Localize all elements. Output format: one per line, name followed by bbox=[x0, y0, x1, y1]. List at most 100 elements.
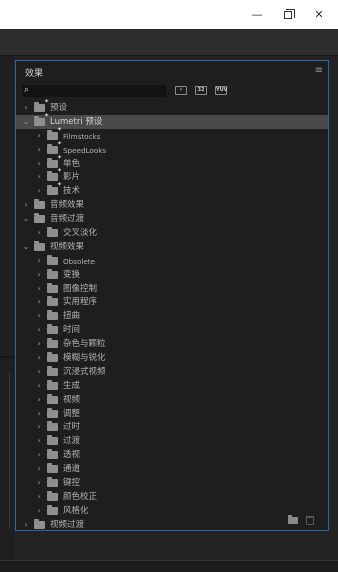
tree-item-label: 键控 bbox=[63, 478, 81, 489]
chevron-right-icon[interactable]: › bbox=[35, 450, 43, 460]
tree-item[interactable]: › 视频 bbox=[16, 393, 328, 407]
tree-item[interactable]: › 交叉淡化 bbox=[16, 226, 328, 240]
chevron-right-icon[interactable]: › bbox=[22, 103, 30, 113]
tree-item[interactable]: › 单色 bbox=[16, 154, 328, 171]
tree-item[interactable]: › 通道 bbox=[16, 462, 328, 476]
tree-item[interactable]: › 过渡 bbox=[16, 434, 328, 448]
chevron-down-icon[interactable]: ⌄ bbox=[22, 117, 30, 127]
folder-icon bbox=[47, 449, 58, 460]
preset-folder-icon bbox=[47, 181, 62, 196]
new-bin-icon[interactable] bbox=[288, 515, 298, 524]
tree-item[interactable]: › 生成 bbox=[16, 379, 328, 393]
chevron-right-icon[interactable]: › bbox=[35, 297, 43, 307]
tree-item[interactable]: › 沉浸式视频 bbox=[16, 365, 328, 379]
folder-icon bbox=[47, 490, 58, 501]
chevron-right-icon[interactable]: › bbox=[35, 270, 43, 280]
workspace-bar bbox=[0, 29, 338, 56]
chevron-down-icon[interactable]: ⌄ bbox=[22, 214, 30, 224]
panel-menu-icon[interactable]: ≡ bbox=[315, 65, 323, 76]
tree-item[interactable]: › 时间 bbox=[16, 323, 328, 337]
tree-item[interactable]: › 预设 bbox=[16, 98, 328, 115]
chevron-right-icon[interactable]: › bbox=[22, 200, 30, 210]
tree-item[interactable]: › 键控 bbox=[16, 476, 328, 490]
folder-icon bbox=[47, 379, 58, 390]
tree-item[interactable]: › 模糊与锐化 bbox=[16, 351, 328, 365]
tree-item[interactable]: › 颜色校正 bbox=[16, 490, 328, 504]
effects-panel: 效果 ≡ ⌕ ⚡ 32 YUV › 预设⌄Lumetri 预设›Filmstock… bbox=[15, 60, 329, 531]
preset-folder-icon bbox=[47, 140, 62, 154]
chevron-right-icon[interactable]: › bbox=[35, 256, 43, 266]
chevron-right-icon[interactable]: › bbox=[35, 311, 43, 321]
minimize-button[interactable]: — bbox=[241, 0, 273, 29]
folder-icon bbox=[47, 227, 58, 238]
trash-icon[interactable] bbox=[306, 516, 314, 525]
32bit-color-glyph: 32 bbox=[195, 85, 207, 95]
search-input[interactable] bbox=[35, 86, 163, 96]
tree-item[interactable]: ⌄Lumetri 预设 bbox=[16, 112, 328, 129]
tree-item[interactable]: › SpeedLooks bbox=[16, 140, 328, 157]
tree-item[interactable]: › 透视 bbox=[16, 448, 328, 462]
maximize-icon bbox=[284, 8, 295, 19]
tree-item[interactable]: › 过时 bbox=[16, 420, 328, 434]
tree-item[interactable]: › 变换 bbox=[16, 268, 328, 282]
tree-item-label: 视频效果 bbox=[50, 241, 85, 252]
search-field[interactable]: ⌕ bbox=[22, 85, 166, 97]
tree-item[interactable]: › 图像控制 bbox=[16, 282, 328, 296]
tree-item[interactable]: › 音频效果 bbox=[16, 198, 328, 212]
panel-divider[interactable] bbox=[0, 356, 14, 358]
tree-item-label: 预设 bbox=[50, 103, 68, 113]
tree-item-label: 沉浸式视频 bbox=[63, 366, 106, 377]
tree-item[interactable]: › Obsolete bbox=[16, 254, 328, 268]
chevron-right-icon[interactable]: › bbox=[35, 159, 43, 169]
folder-icon bbox=[47, 435, 58, 446]
close-button[interactable]: ✕ bbox=[303, 0, 335, 29]
chevron-right-icon[interactable]: › bbox=[35, 478, 43, 488]
tree-item-label: 过时 bbox=[63, 422, 81, 433]
left-subpanel-edge bbox=[0, 372, 10, 528]
maximize-button[interactable] bbox=[272, 0, 304, 29]
chevron-right-icon[interactable]: › bbox=[35, 172, 43, 182]
tree-item[interactable]: › 扭曲 bbox=[16, 309, 328, 323]
chevron-right-icon[interactable]: › bbox=[35, 436, 43, 446]
chevron-right-icon[interactable]: › bbox=[35, 422, 43, 432]
chevron-right-icon[interactable]: › bbox=[35, 339, 43, 349]
panel-footer bbox=[16, 512, 328, 530]
tree-item[interactable]: › 调整 bbox=[16, 407, 328, 421]
chevron-right-icon[interactable]: › bbox=[35, 284, 43, 294]
chevron-right-icon[interactable]: › bbox=[35, 492, 43, 502]
chevron-right-icon[interactable]: › bbox=[35, 131, 43, 141]
tree-item[interactable]: › 实用程序 bbox=[16, 295, 328, 309]
chevron-right-icon[interactable]: › bbox=[35, 395, 43, 405]
chevron-right-icon[interactable]: › bbox=[35, 325, 43, 335]
tree-item[interactable]: ⌄ 视频效果 bbox=[16, 240, 328, 254]
panel-title[interactable]: 效果 bbox=[25, 66, 43, 79]
tree-item-label: 透视 bbox=[63, 450, 81, 461]
chevron-right-icon[interactable]: › bbox=[35, 353, 43, 363]
32bit-color-icon[interactable]: 32 bbox=[195, 85, 207, 95]
tree-item-label: 颜色校正 bbox=[63, 491, 98, 502]
chevron-right-icon[interactable]: › bbox=[35, 409, 43, 419]
preset-folder-icon bbox=[47, 167, 62, 182]
chevron-right-icon[interactable]: › bbox=[35, 381, 43, 391]
chevron-right-icon[interactable]: › bbox=[35, 367, 43, 377]
search-icon: ⌕ bbox=[24, 85, 30, 95]
tree-item-label: 调整 bbox=[63, 408, 81, 419]
tree-item-label: 生成 bbox=[63, 380, 81, 391]
tree-item-label: 影片 bbox=[63, 172, 81, 183]
chevron-right-icon[interactable]: › bbox=[35, 186, 43, 196]
preset-folder-icon bbox=[47, 126, 62, 140]
tree-item[interactable]: › Filmstocks bbox=[16, 126, 328, 143]
chevron-right-icon[interactable]: › bbox=[35, 464, 43, 474]
chevron-right-icon[interactable]: › bbox=[35, 145, 43, 155]
yuv-effects-glyph: YUV bbox=[215, 85, 228, 95]
folder-icon bbox=[47, 352, 58, 363]
accelerated-effects-icon[interactable]: ⚡ bbox=[175, 85, 187, 95]
tree-item-label: 音频过渡 bbox=[50, 214, 85, 225]
tree-item[interactable]: › 影片 bbox=[16, 167, 328, 184]
yuv-effects-icon[interactable]: YUV bbox=[215, 85, 228, 95]
chevron-down-icon[interactable]: ⌄ bbox=[22, 242, 30, 252]
tree-item[interactable]: › 杂色与颗粒 bbox=[16, 337, 328, 351]
chevron-right-icon[interactable]: › bbox=[35, 228, 43, 238]
tree-item[interactable]: ⌄ 音频过渡 bbox=[16, 212, 328, 226]
tree-item[interactable]: › 技术 bbox=[16, 181, 328, 198]
